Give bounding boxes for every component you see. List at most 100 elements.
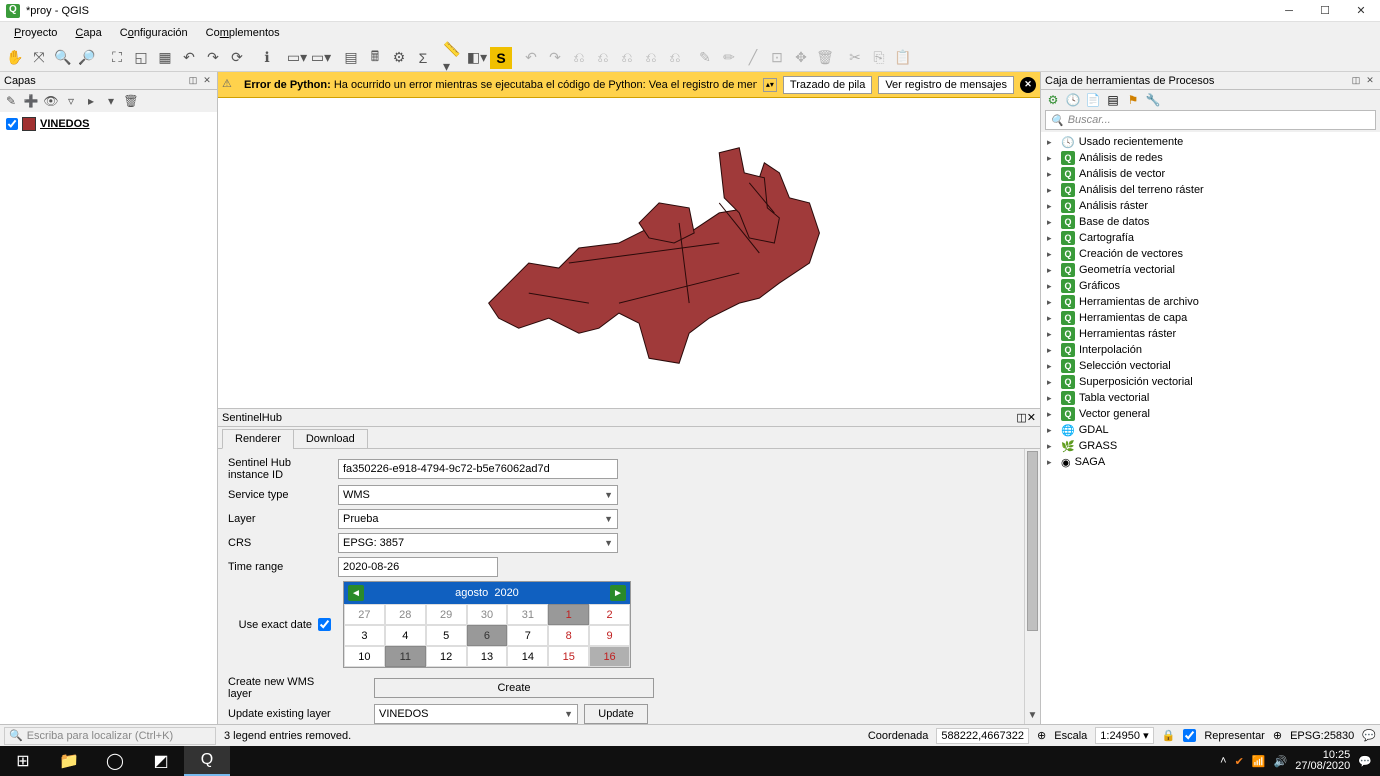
cal-next-icon[interactable]: ► bbox=[610, 585, 626, 601]
cal-prev-icon[interactable]: ◄ bbox=[348, 585, 364, 601]
map-canvas[interactable] bbox=[218, 98, 1040, 408]
zoom-next-icon[interactable]: ↷ bbox=[202, 47, 224, 69]
close-button[interactable]: ✕ bbox=[1352, 4, 1370, 18]
pan-icon[interactable]: ✋ bbox=[4, 47, 26, 69]
expand-icon[interactable]: ▸ bbox=[1047, 409, 1057, 420]
proc-wrench-icon[interactable]: 🔧 bbox=[1145, 92, 1161, 108]
coord-value[interactable]: 588222,4667322 bbox=[936, 728, 1029, 744]
crs-select[interactable]: EPSG: 3857▼ bbox=[338, 533, 618, 553]
layer-select[interactable]: Prueba▼ bbox=[338, 509, 618, 529]
cal-day[interactable]: 9 bbox=[589, 625, 630, 646]
layer-checkbox[interactable] bbox=[6, 118, 18, 130]
expand-icon[interactable]: ▸ bbox=[1047, 233, 1057, 244]
cal-day[interactable]: 1 bbox=[548, 604, 589, 625]
expand-icon[interactable]: ▸ bbox=[1047, 281, 1057, 292]
proc-item[interactable]: ▸QAnálisis de vector bbox=[1045, 166, 1376, 182]
scroll-down-icon[interactable]: ▼ bbox=[1025, 708, 1040, 722]
proc-item[interactable]: ▸QAnálisis ráster bbox=[1045, 198, 1376, 214]
expand-icon[interactable]: ▸ bbox=[1047, 297, 1057, 308]
expand-icon[interactable]: ▸ bbox=[1047, 217, 1057, 228]
lock-icon[interactable]: 🔒 bbox=[1162, 729, 1176, 742]
cal-day[interactable]: 29 bbox=[426, 604, 467, 625]
minimize-button[interactable]: ─ bbox=[1280, 4, 1298, 18]
stack-trace-button[interactable]: Trazado de pila bbox=[783, 76, 872, 94]
crs-icon[interactable]: ⊕ bbox=[1273, 729, 1282, 742]
notifications-icon[interactable]: 💬 bbox=[1358, 755, 1372, 768]
view-log-button[interactable]: Ver registro de mensajes bbox=[878, 76, 1014, 94]
qgis-taskbar-icon[interactable]: Q bbox=[184, 746, 230, 776]
error-close-icon[interactable]: ✕ bbox=[1020, 77, 1036, 93]
cal-day[interactable]: 3 bbox=[344, 625, 385, 646]
refresh-icon[interactable]: ⟳ bbox=[226, 47, 248, 69]
proc-item[interactable]: ▸QCartografía bbox=[1045, 230, 1376, 246]
messages-icon[interactable]: 💬 bbox=[1362, 729, 1376, 742]
expand-icon[interactable]: ▸ bbox=[1047, 265, 1057, 276]
expand-icon[interactable]: ▸ bbox=[1047, 361, 1057, 372]
field-calc-icon[interactable]: 🖩 bbox=[364, 47, 386, 69]
menu-capa[interactable]: Capa bbox=[67, 25, 109, 41]
chrome-icon[interactable]: ◯ bbox=[92, 746, 138, 776]
expand-icon[interactable]: ▸ bbox=[1047, 329, 1057, 340]
cal-day[interactable]: 4 bbox=[385, 625, 426, 646]
style-icon[interactable]: ✎ bbox=[2, 92, 20, 110]
proc-item[interactable]: ▸QCreación de vectores bbox=[1045, 246, 1376, 262]
cal-day[interactable]: 11 bbox=[385, 646, 426, 667]
panel-close-icon[interactable]: ✕ bbox=[201, 75, 213, 87]
cal-day[interactable]: 14 bbox=[507, 646, 548, 667]
locator-search[interactable]: 🔍 Escriba para localizar (Ctrl+K) bbox=[4, 727, 216, 745]
zoom-full-icon[interactable]: ⛶ bbox=[106, 47, 128, 69]
proc-item[interactable]: ▸QAnálisis de redes bbox=[1045, 150, 1376, 166]
exact-date-checkbox[interactable] bbox=[318, 618, 331, 631]
panel-undock-icon[interactable]: ◫ bbox=[1350, 75, 1362, 87]
cal-month[interactable]: agosto bbox=[455, 587, 488, 599]
timerange-input[interactable] bbox=[338, 557, 498, 577]
proc-item[interactable]: ▸QHerramientas de archivo bbox=[1045, 294, 1376, 310]
spinner-icon[interactable]: ▴▾ bbox=[763, 78, 777, 92]
expand-icon[interactable]: ▸ bbox=[1047, 425, 1057, 436]
update-button[interactable]: Update bbox=[584, 704, 648, 724]
tray-wifi-icon[interactable]: 📶 bbox=[1252, 755, 1266, 768]
add-group-icon[interactable]: ➕ bbox=[22, 92, 40, 110]
proc-item[interactable]: ▸QAnálisis del terreno ráster bbox=[1045, 182, 1376, 198]
expand-icon[interactable]: ▸ bbox=[1047, 201, 1057, 212]
proc-item[interactable]: ▸QBase de datos bbox=[1045, 214, 1376, 230]
proc-item[interactable]: ▸QSelección vectorial bbox=[1045, 358, 1376, 374]
stats-icon[interactable]: Σ bbox=[412, 47, 434, 69]
zoom-out-icon[interactable]: 🔎 bbox=[76, 47, 98, 69]
filter-icon[interactable]: ▿ bbox=[62, 92, 80, 110]
cal-day[interactable]: 10 bbox=[344, 646, 385, 667]
dock-close-icon[interactable]: ✕ bbox=[1027, 411, 1036, 424]
deselect-icon[interactable]: ▭▾ bbox=[310, 47, 332, 69]
processing-search[interactable]: 🔍 Buscar... bbox=[1045, 110, 1376, 130]
tab-download[interactable]: Download bbox=[293, 429, 368, 449]
render-checkbox[interactable] bbox=[1183, 729, 1196, 742]
tab-renderer[interactable]: Renderer bbox=[222, 429, 294, 449]
expand-icon[interactable]: ▸ bbox=[1047, 313, 1057, 324]
extents-icon[interactable]: ⊕ bbox=[1037, 729, 1046, 742]
proc-item[interactable]: ▸QVector general bbox=[1045, 406, 1376, 422]
instance-id-input[interactable] bbox=[338, 459, 618, 479]
menu-complementos[interactable]: Complementos bbox=[198, 25, 288, 41]
maximize-button[interactable]: ☐ bbox=[1316, 4, 1334, 18]
remove-icon[interactable]: 🗑 bbox=[122, 92, 140, 110]
cal-day[interactable]: 31 bbox=[507, 604, 548, 625]
expand-icon[interactable]: ▸ bbox=[1047, 185, 1057, 196]
proc-script-icon[interactable]: 📄 bbox=[1085, 92, 1101, 108]
cal-day[interactable]: 6 bbox=[467, 625, 508, 646]
cal-day[interactable]: 30 bbox=[467, 604, 508, 625]
menu-proyecto[interactable]: Proyecto bbox=[6, 25, 65, 41]
tray-chevron-icon[interactable]: ˄ bbox=[1220, 755, 1226, 767]
expand-icon[interactable]: ▸ bbox=[1047, 137, 1057, 148]
app-icon[interactable]: ◩ bbox=[138, 746, 184, 776]
scrollbar-thumb[interactable] bbox=[1027, 451, 1038, 631]
bookmark-icon[interactable]: ◧▾ bbox=[466, 47, 488, 69]
cal-day[interactable]: 15 bbox=[548, 646, 589, 667]
create-button[interactable]: Create bbox=[374, 678, 654, 698]
expand-icon[interactable]: ▸ bbox=[82, 92, 100, 110]
tray-icon[interactable]: ✔ bbox=[1235, 755, 1244, 768]
proc-model-icon[interactable]: ⚙ bbox=[1045, 92, 1061, 108]
scale-value[interactable]: 1:24950 ▾ bbox=[1095, 727, 1153, 744]
proc-provider[interactable]: ▸◉SAGA bbox=[1045, 454, 1376, 470]
collapse-icon[interactable]: ▾ bbox=[102, 92, 120, 110]
processing-icon[interactable]: ⚙ bbox=[388, 47, 410, 69]
